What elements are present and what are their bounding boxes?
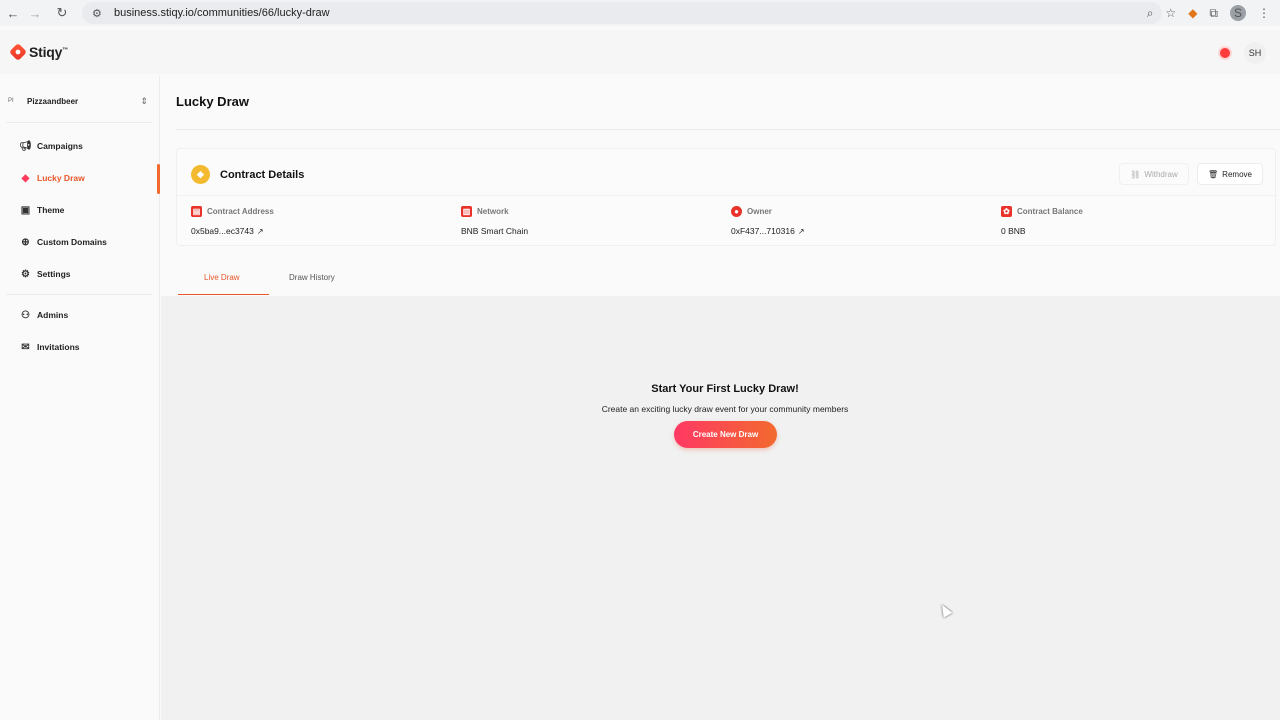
- network-value: BNB Smart Chain: [461, 226, 529, 236]
- users-icon: ⚇: [21, 309, 30, 321]
- active-nav-indicator: [157, 164, 160, 194]
- page-title: Lucky Draw: [176, 94, 249, 109]
- owner-address-link[interactable]: 0xF437...710316 ↗: [731, 226, 805, 236]
- site-info-icon[interactable]: ⚙: [92, 7, 106, 20]
- theme-toggle-icon[interactable]: [1220, 48, 1230, 58]
- bookmark-star-icon[interactable]: ☆: [1165, 6, 1176, 20]
- active-tab-underline: [178, 294, 269, 295]
- sidebar-item-lucky-draw[interactable]: ◆ Lucky Draw: [20, 170, 85, 186]
- metamask-extension-icon[interactable]: ◆: [1188, 6, 1197, 20]
- forward-icon[interactable]: →: [24, 2, 46, 24]
- globe-icon: ⊕: [21, 236, 30, 248]
- megaphone-icon: 📢︎: [19, 140, 32, 152]
- extensions-icon[interactable]: ⧉: [1209, 6, 1218, 21]
- zoom-icon[interactable]: ⌕: [1147, 6, 1154, 21]
- sidebar-item-settings[interactable]: ⚙ Settings: [20, 266, 71, 282]
- remove-button[interactable]: 🗑︎ Remove: [1197, 163, 1263, 185]
- sidebar: PI Pizzaandbeer ⇕ 📢︎ Campaigns ◆ Lucky D…: [0, 76, 160, 720]
- gear-icon: ⚙: [21, 268, 30, 280]
- bnb-coin-icon: ◆: [191, 165, 210, 184]
- sidebar-item-custom-domains[interactable]: ⊕ Custom Domains: [20, 234, 107, 250]
- palette-icon: ▣: [20, 204, 31, 216]
- browser-menu-icon[interactable]: ⋮: [1258, 6, 1270, 20]
- empty-state-title: Start Your First Lucky Draw!: [651, 383, 799, 395]
- external-link-icon: ↗: [256, 226, 264, 236]
- network-field: ▥ Network BNB Smart Chain: [461, 206, 529, 236]
- owner-icon: ●: [731, 206, 742, 217]
- stiqy-logo[interactable]: Stiqy™: [8, 42, 69, 62]
- mail-icon: ✉: [21, 341, 30, 353]
- ticket-icon: ◆: [21, 172, 30, 184]
- contract-balance-value: 0 BNB: [1001, 226, 1026, 236]
- main-content: Lucky Draw ◆ Contract Details ⛓ Withdraw…: [161, 76, 1280, 720]
- balance-icon: ✿: [1001, 206, 1012, 217]
- tab-live-draw[interactable]: Live Draw: [204, 273, 240, 282]
- empty-state-subtitle: Create an exciting lucky draw event for …: [601, 404, 849, 414]
- withdraw-button[interactable]: ⛓ Withdraw: [1119, 163, 1189, 185]
- app-header: Stiqy™ SH: [0, 30, 1280, 74]
- contract-icon: ▤: [191, 206, 202, 217]
- network-icon: ▥: [461, 206, 472, 217]
- app-name: Stiqy™: [29, 44, 69, 60]
- divider: [6, 122, 152, 123]
- divider: [176, 129, 1280, 130]
- divider: [177, 195, 1275, 196]
- sidebar-item-invitations[interactable]: ✉ Invitations: [20, 339, 79, 355]
- community-switcher[interactable]: PI Pizzaandbeer ⇕: [8, 94, 148, 108]
- contract-details-card: ◆ Contract Details ⛓ Withdraw 🗑︎ Remove …: [176, 148, 1276, 246]
- chevron-updown-icon: ⇕: [140, 95, 148, 106]
- owner-field: ● Owner 0xF437...710316 ↗: [731, 206, 805, 236]
- url-text: business.stiqy.io/communities/66/lucky-d…: [114, 7, 330, 19]
- sidebar-item-admins[interactable]: ⚇ Admins: [20, 307, 68, 323]
- community-initials: PI: [8, 98, 14, 104]
- external-link-icon: ↗: [797, 226, 805, 236]
- address-bar[interactable]: ⚙ business.stiqy.io/communities/66/lucky…: [82, 2, 1162, 24]
- contract-details-title: Contract Details: [220, 168, 305, 181]
- stiqy-logo-mark-icon: [8, 42, 28, 62]
- live-draw-panel: Start Your First Lucky Draw! Create an e…: [161, 296, 1280, 720]
- trash-icon: 🗑︎: [1208, 169, 1219, 179]
- contract-address-field: ▤ Contract Address 0x5ba9...ec3743 ↗: [191, 206, 274, 236]
- sidebar-item-campaigns[interactable]: 📢︎ Campaigns: [19, 138, 83, 154]
- browser-toolbar: ← → ↻ ⚙ business.stiqy.io/communities/66…: [0, 0, 1280, 26]
- community-name: Pizzaandbeer: [27, 96, 79, 106]
- withdraw-icon: ⛓: [1130, 169, 1141, 179]
- sidebar-item-theme[interactable]: ▣ Theme: [20, 202, 65, 218]
- create-new-draw-button[interactable]: Create New Draw: [674, 421, 777, 448]
- back-icon[interactable]: ←: [2, 2, 24, 24]
- user-avatar[interactable]: SH: [1244, 42, 1266, 64]
- draw-tabs: Live Draw Draw History: [161, 262, 1280, 296]
- divider: [6, 294, 152, 295]
- reload-icon[interactable]: ↻: [51, 2, 73, 24]
- tab-draw-history[interactable]: Draw History: [289, 273, 335, 282]
- contract-address-link[interactable]: 0x5ba9...ec3743 ↗: [191, 226, 274, 236]
- contract-balance-field: ✿ Contract Balance 0 BNB: [1001, 206, 1083, 236]
- browser-profile-avatar[interactable]: S: [1230, 5, 1246, 21]
